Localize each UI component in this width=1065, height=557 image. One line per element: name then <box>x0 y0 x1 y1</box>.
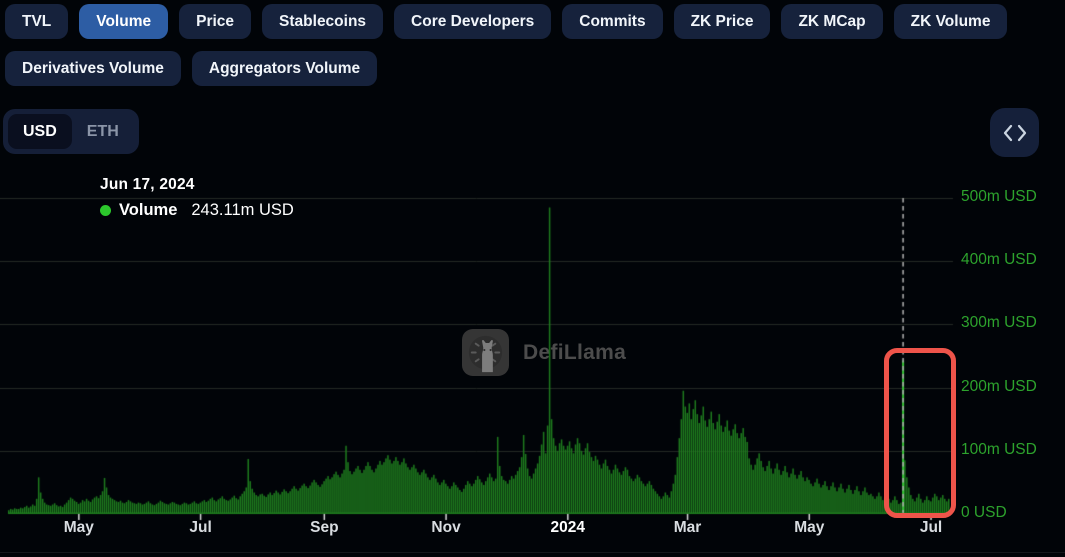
y-axis-label-500m-usd: 500m USD <box>961 188 1037 206</box>
y-axis-label-100m-usd: 100m USD <box>961 441 1037 459</box>
series-dot-icon <box>100 205 111 216</box>
x-axis-label-jul: Jul <box>896 519 966 537</box>
tab-zk-mcap[interactable]: ZK MCap <box>781 4 882 39</box>
y-axis-label-0-usd: 0 USD <box>961 504 1007 522</box>
tab-stablecoins[interactable]: Stablecoins <box>262 4 383 39</box>
tab-price[interactable]: Price <box>179 4 251 39</box>
tab-zk-price[interactable]: ZK Price <box>674 4 771 39</box>
tab-zk-volume[interactable]: ZK Volume <box>894 4 1008 39</box>
tooltip-value: 243.11m USD <box>191 201 293 220</box>
code-embed-icon <box>1003 123 1027 143</box>
tab-row-primary: TVL Volume Price Stablecoins Core Developers… <box>5 4 1007 39</box>
x-axis-label-mar: Mar <box>653 519 723 537</box>
x-axis-label-jul: Jul <box>166 519 236 537</box>
tab-aggregators-volume[interactable]: Aggregators Volume <box>192 51 377 86</box>
y-axis-label-200m-usd: 200m USD <box>961 378 1037 396</box>
tab-commits[interactable]: Commits <box>562 4 662 39</box>
embed-chart-button[interactable] <box>990 108 1039 157</box>
tab-row-secondary: Derivatives Volume Aggregators Volume <box>5 51 377 86</box>
x-axis-label-nov: Nov <box>411 519 481 537</box>
tooltip-date: Jun 17, 2024 <box>100 176 294 194</box>
defillama-volume-page: DefiLlama TVLVolumePriceStablecoinsCore … <box>0 0 1065 557</box>
x-axis-label-may: May <box>774 519 844 537</box>
y-axis-label-300m-usd: 300m USD <box>961 314 1037 332</box>
currency-option-usd[interactable]: USD <box>8 114 72 149</box>
currency-option-eth[interactable]: ETH <box>72 114 134 149</box>
x-axis-label-may: May <box>44 519 114 537</box>
tab-volume[interactable]: Volume <box>79 4 168 39</box>
tab-tvl[interactable]: TVL <box>5 4 68 39</box>
x-axis-label-sep: Sep <box>289 519 359 537</box>
y-axis-label-400m-usd: 400m USD <box>961 251 1037 269</box>
tab-derivatives-volume[interactable]: Derivatives Volume <box>5 51 181 86</box>
tab-core-developers[interactable]: Core Developers <box>394 4 551 39</box>
currency-toggle[interactable]: USDETH <box>3 109 139 154</box>
chart-tooltip: Jun 17, 2024 Volume 243.11m USD <box>100 176 294 220</box>
x-axis-label-2024: 2024 <box>533 519 603 537</box>
highlight-annotation-box <box>884 348 956 518</box>
tooltip-series-label: Volume <box>119 201 177 220</box>
